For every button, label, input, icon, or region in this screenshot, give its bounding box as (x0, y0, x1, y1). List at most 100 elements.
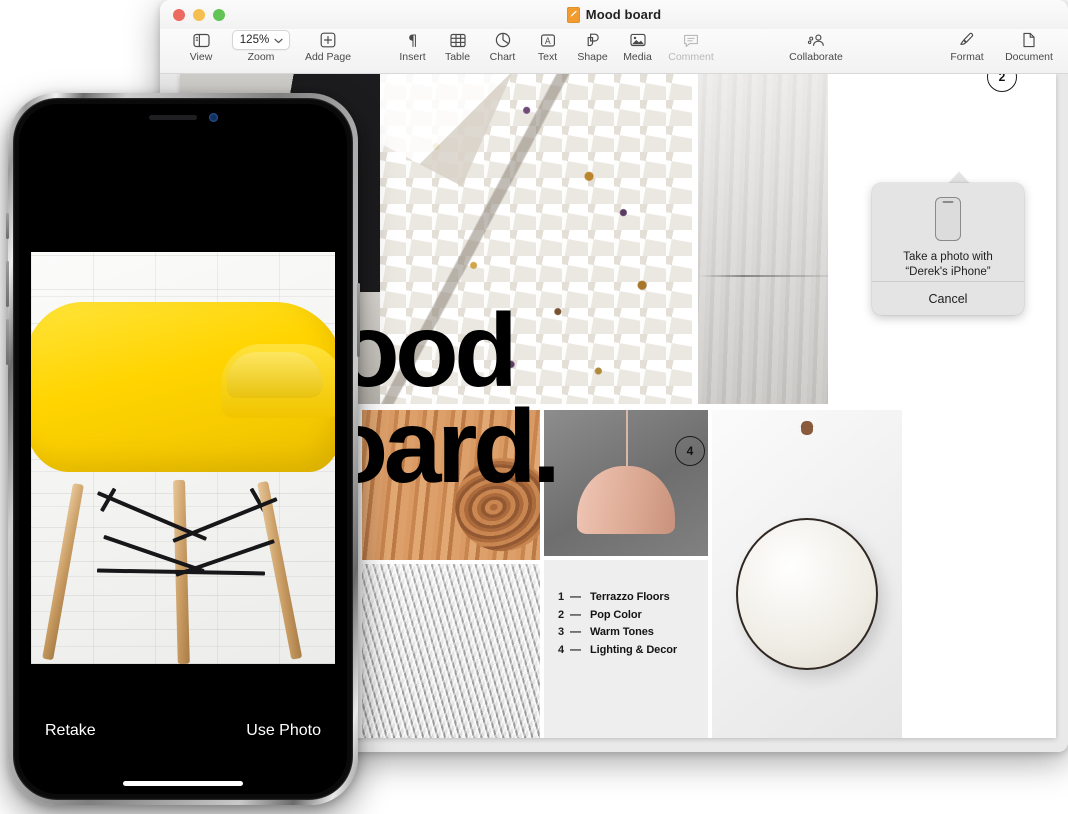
toolbar-collaborate-button[interactable]: Collaborate (777, 29, 855, 63)
screenshot-root: Mood board View 125% Zoom Add Page ¶ Ins… (0, 0, 1068, 814)
toolbar-group-collaborate: Collaborate (777, 29, 855, 63)
home-indicator[interactable] (123, 781, 243, 786)
collage-gutter-vertical-3 (708, 410, 712, 738)
legend-dash: — (570, 626, 581, 638)
toolbar-comment-label: Comment (668, 51, 714, 63)
toolbar-text-button[interactable]: A Text (525, 29, 570, 63)
toolbar-format-label: Format (950, 51, 984, 63)
legend-item: 1 — Terrazzo Floors (558, 591, 677, 603)
text-box-icon: A (540, 30, 556, 50)
toolbar-view-button[interactable]: View (172, 29, 230, 63)
svg-text:¶: ¶ (408, 32, 418, 48)
legend-label: Terrazzo Floors (590, 591, 670, 603)
legend-number: 1 (558, 591, 565, 603)
pie-chart-icon (495, 30, 511, 50)
collage-gutter-vertical-1 (358, 410, 362, 738)
toolbar: View 125% Zoom Add Page ¶ Insert Table C… (160, 29, 1068, 74)
popover-message-line-1: Take a photo with (903, 251, 993, 263)
tile-concrete-swatch[interactable] (698, 74, 828, 404)
legend-label: Lighting & Decor (590, 643, 678, 656)
badge-2-number: 2 (998, 74, 1006, 84)
retake-button[interactable]: Retake (45, 722, 96, 740)
legend-item: 4 — Lighting & Decor (558, 644, 677, 656)
legend-dash: — (570, 591, 581, 603)
table-icon (449, 30, 466, 50)
toolbar-table-label: Table (444, 51, 471, 63)
iphone-bezel: Retake Use Photo (13, 98, 353, 800)
toolbar-add-page-button[interactable]: Add Page (292, 29, 364, 63)
popover-message: Take a photo with “Derek's iPhone” (903, 250, 993, 280)
iphone-icon (935, 197, 961, 241)
popover-body: Take a photo with “Derek's iPhone” (872, 183, 1024, 280)
window-titlebar: Mood board (160, 0, 1068, 29)
legend-item: 2 — Pop Color (558, 609, 677, 621)
chevron-down-icon (274, 31, 283, 49)
legend-item: 3 — Warm Tones (558, 626, 677, 638)
popover-message-line-2: “Derek's iPhone” (905, 266, 991, 279)
legend-panel[interactable]: 1 — Terrazzo Floors 2 — Pop Color 3 — Wa… (544, 560, 708, 738)
use-photo-button[interactable]: Use Photo (246, 722, 321, 740)
toolbar-group-left: View 125% Zoom Add Page (172, 29, 364, 63)
popover-cancel-button[interactable]: Cancel (872, 282, 1024, 315)
toolbar-media-label: Media (623, 51, 652, 63)
volume-up-button[interactable] (6, 261, 9, 307)
tile-fur-rug-swatch[interactable] (362, 564, 540, 738)
collage-gutter-vertical-2 (540, 410, 544, 738)
window-title: Mood board (585, 7, 662, 22)
toolbar-zoom-control[interactable]: 125% Zoom (230, 29, 292, 63)
badge-4[interactable]: 4 (675, 436, 705, 466)
mirror-glass (736, 518, 878, 670)
photo-icon (629, 30, 646, 50)
silent-switch[interactable] (6, 213, 9, 239)
toolbar-text-label: Text (537, 51, 558, 63)
shapes-icon (585, 30, 601, 50)
toolbar-document-button[interactable]: Document (998, 29, 1060, 63)
toolbar-insert-button[interactable]: ¶ Insert (390, 29, 435, 63)
legend-list: 1 — Terrazzo Floors 2 — Pop Color 3 — Wa… (558, 591, 677, 661)
toolbar-group-insert: ¶ Insert Table Chart A Text Shape Media … (390, 29, 722, 63)
toolbar-chart-button[interactable]: Chart (480, 29, 525, 63)
zoom-value: 125% (239, 33, 270, 46)
legend-dash: — (570, 643, 581, 656)
person-add-icon (807, 30, 826, 50)
badge-4-number: 4 (686, 444, 694, 458)
toolbar-shape-label: Shape (577, 51, 608, 63)
toolbar-chart-label: Chart (489, 51, 516, 63)
captured-photo[interactable] (31, 252, 335, 664)
legend-number: 2 (558, 608, 565, 621)
iphone-device: Retake Use Photo (6, 93, 360, 805)
toolbar-add-page-label: Add Page (304, 51, 352, 63)
continuity-camera-popover[interactable]: Take a photo with “Derek's iPhone” Cance… (872, 183, 1024, 315)
toolbar-document-label: Document (1005, 51, 1053, 63)
sidebar-icon (192, 30, 210, 50)
legend-label: Warm Tones (590, 626, 654, 638)
legend-dash: — (570, 608, 581, 621)
zoom-select[interactable]: 125% (231, 30, 291, 50)
toolbar-zoom-label: Zoom (247, 51, 275, 63)
tile-terrazzo-swatch[interactable] (380, 74, 692, 404)
toolbar-comment-button[interactable]: Comment (660, 29, 722, 63)
iphone-notch (103, 104, 263, 130)
iphone-screen[interactable]: Retake Use Photo (19, 104, 347, 794)
toolbar-media-button[interactable]: Media (615, 29, 660, 63)
toolbar-group-right: Format Document (936, 29, 1060, 63)
toolbar-format-button[interactable]: Format (936, 29, 998, 63)
toolbar-table-button[interactable]: Table (435, 29, 480, 63)
window-title-group: Mood board (160, 0, 1068, 29)
toolbar-collaborate-label: Collaborate (789, 51, 843, 63)
document-icon (1022, 30, 1036, 50)
legend-number: 4 (558, 643, 565, 656)
power-button[interactable] (357, 283, 360, 357)
toolbar-view-label: View (189, 51, 213, 63)
paintbrush-icon (959, 30, 975, 50)
legend-label: Pop Color (590, 608, 642, 621)
tile-pendant-lamp-photo[interactable] (544, 410, 708, 556)
chair-armrest (221, 344, 335, 418)
toolbar-insert-label: Insert (399, 51, 426, 63)
tile-round-mirror-photo[interactable] (712, 410, 902, 738)
pages-document-icon (566, 6, 580, 23)
lamp-cord (626, 410, 628, 468)
volume-down-button[interactable] (6, 319, 9, 365)
tile-wood-grain-swatch[interactable] (362, 410, 540, 560)
toolbar-shape-button[interactable]: Shape (570, 29, 615, 63)
